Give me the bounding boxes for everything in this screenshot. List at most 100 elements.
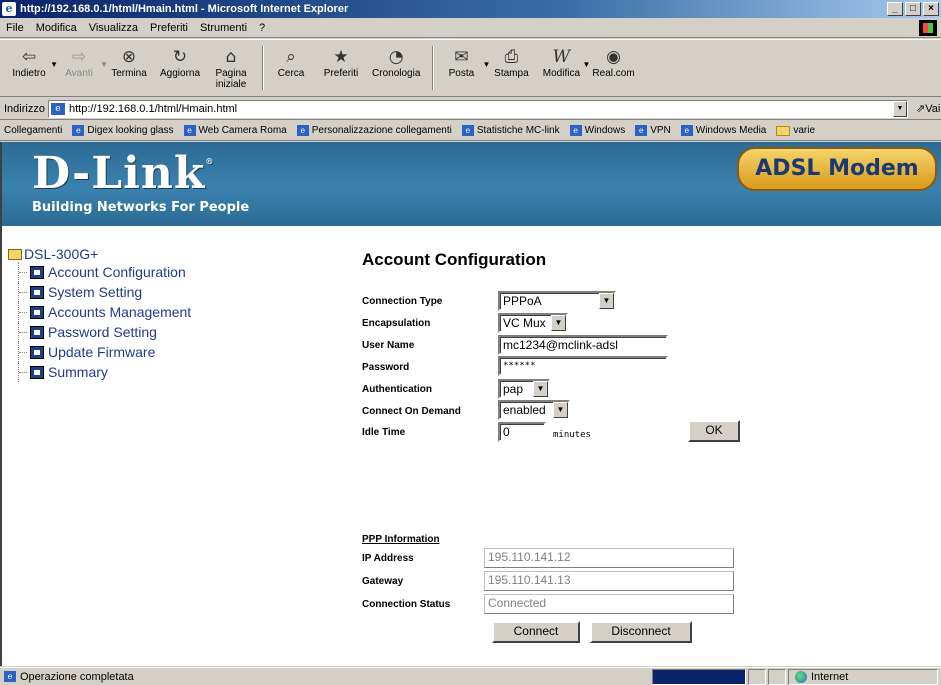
back-button[interactable]: ⇦ Indietro ▼: [10, 46, 58, 79]
close-button[interactable]: ×: [923, 2, 939, 16]
connect-on-demand-select[interactable]: enabled ▼: [498, 400, 570, 420]
chevron-down-icon[interactable]: ▼: [599, 293, 614, 309]
nav-item-accounts-management[interactable]: Accounts Management: [18, 302, 191, 322]
connection-type-select[interactable]: PPPoA ▼: [498, 291, 616, 311]
idle-time-input[interactable]: 0: [498, 422, 546, 442]
address-label: Indirizzo: [4, 102, 45, 115]
menu-strumenti[interactable]: Strumenti: [200, 22, 247, 34]
page-icon: [30, 325, 44, 339]
menu-preferiti[interactable]: Preferiti: [150, 22, 188, 34]
adsl-modem-badge: ADSL Modem: [737, 147, 937, 191]
nav-item-update-firmware[interactable]: Update Firmware: [18, 342, 191, 362]
link-folder[interactable]: varie: [776, 125, 815, 136]
link-item[interactable]: e Digex looking glass: [72, 125, 174, 136]
link-item[interactable]: e VPN: [635, 125, 671, 136]
user-name-label: User Name: [362, 340, 415, 351]
page-icon: e: [296, 125, 309, 136]
window-title-bar: e http://192.168.0.1/html/Hmain.html - M…: [0, 0, 941, 18]
page-icon: [30, 345, 44, 359]
menu-help[interactable]: ?: [259, 22, 265, 34]
maximize-button[interactable]: □: [905, 2, 921, 16]
real-com-icon: ◉: [606, 47, 621, 67]
home-button[interactable]: ⌂ Pagina iniziale: [212, 46, 250, 90]
chevron-down-icon[interactable]: ▼: [551, 315, 566, 331]
password-input[interactable]: ******: [498, 356, 668, 376]
address-url[interactable]: http://192.168.0.1/html/Hmain.html: [69, 103, 237, 115]
favorites-button[interactable]: ★ Preferiti: [322, 46, 360, 79]
idle-time-label: Idle Time: [362, 427, 406, 438]
connection-status-label: Connection Status: [362, 599, 451, 610]
stop-button[interactable]: ⊗ Termina: [110, 46, 148, 79]
window-controls: _ □ ×: [887, 2, 939, 16]
status-bar: e Operazione completata Internet: [0, 667, 941, 685]
nav-item-account-configuration[interactable]: Account Configuration: [18, 262, 191, 282]
page-icon: e: [4, 671, 16, 682]
nav-root[interactable]: DSL-300G+: [8, 246, 191, 262]
encapsulation-select[interactable]: VC Mux ▼: [498, 313, 568, 333]
mail-icon: ✉: [454, 47, 469, 67]
menu-visualizza[interactable]: Visualizza: [89, 22, 138, 34]
dlink-tagline: Building Networks For People: [32, 200, 250, 215]
page-icon: e: [680, 125, 693, 136]
page-icon: [30, 285, 44, 299]
gateway-label: Gateway: [362, 576, 404, 587]
nav-item-system-setting[interactable]: System Setting: [18, 282, 191, 302]
history-button[interactable]: ◔ Cronologia: [372, 46, 420, 79]
dropdown-arrow-icon[interactable]: ▼: [582, 60, 590, 69]
page-icon: e: [183, 125, 196, 136]
address-bar: Indirizzo e http://192.168.0.1/html/Hmai…: [0, 98, 941, 120]
encapsulation-label: Encapsulation: [362, 318, 431, 329]
nav-item-password-setting[interactable]: Password Setting: [18, 322, 191, 342]
authentication-select[interactable]: pap ▼: [498, 379, 550, 399]
menu-bar: File Modifica Visualizza Preferiti Strum…: [0, 18, 941, 38]
page-icon: [30, 265, 44, 279]
home-icon: ⌂: [225, 47, 237, 67]
menu-file[interactable]: File: [6, 22, 24, 34]
page-content: D-Link® Building Networks For People ADS…: [0, 142, 941, 666]
forward-button[interactable]: ⇨ Avanti ▼: [60, 46, 108, 79]
chevron-down-icon[interactable]: ▼: [533, 381, 548, 397]
print-button[interactable]: ⎙ Stampa: [492, 46, 530, 79]
internet-explorer-icon: e: [2, 2, 16, 16]
nav-item-summary[interactable]: Summary: [18, 362, 191, 382]
status-panel: [748, 668, 766, 685]
dropdown-arrow-icon[interactable]: ▼: [50, 60, 58, 69]
links-label: Collegamenti: [4, 125, 63, 136]
search-button[interactable]: ⌕ Cerca: [272, 46, 310, 79]
stop-icon: ⊗: [121, 47, 137, 67]
connection-status-field: Connected: [484, 594, 734, 614]
dlink-banner: D-Link® Building Networks For People ADS…: [2, 142, 941, 226]
dropdown-arrow-icon[interactable]: ▼: [482, 60, 490, 69]
real-com-button[interactable]: ◉ Real.com: [592, 46, 634, 79]
password-label: Password: [362, 362, 410, 373]
chevron-down-icon[interactable]: ▼: [553, 402, 568, 418]
address-dropdown-button[interactable]: ▼: [892, 100, 907, 117]
globe-icon: [795, 670, 807, 683]
edit-button[interactable]: W Modifica ▼: [542, 46, 591, 79]
ip-address-field: 195.110.141.12: [484, 548, 734, 568]
minimize-button[interactable]: _: [887, 2, 903, 16]
history-icon: ◔: [388, 47, 404, 67]
link-item[interactable]: e Web Camera Roma: [183, 125, 287, 136]
mail-button[interactable]: ✉ Posta ▼: [442, 46, 491, 79]
user-name-input[interactable]: mc1234@mclink-adsl: [498, 335, 668, 355]
print-icon: ⎙: [504, 47, 519, 67]
page-icon: e: [635, 125, 648, 136]
disconnect-button[interactable]: Disconnect: [590, 621, 692, 643]
address-input[interactable]: e http://192.168.0.1/html/Hmain.html ▼: [47, 99, 908, 118]
page-icon: [30, 305, 44, 319]
security-zone: Internet: [788, 668, 938, 685]
progress-indicator: [652, 668, 746, 685]
link-item[interactable]: e Personalizzazione collegamenti: [296, 125, 452, 136]
menu-modifica[interactable]: Modifica: [36, 22, 77, 34]
connect-button[interactable]: Connect: [492, 621, 580, 643]
status-message: e Operazione completata: [0, 671, 652, 683]
refresh-button[interactable]: ↻ Aggiorna: [160, 46, 200, 79]
link-item[interactable]: e Windows: [569, 125, 625, 136]
link-item[interactable]: e Windows Media: [680, 125, 766, 136]
go-button[interactable]: ⇗Vai: [916, 102, 940, 115]
dropdown-arrow-icon[interactable]: ▼: [100, 60, 108, 69]
status-panel: [768, 668, 786, 685]
link-item[interactable]: e Statistiche MC-link: [461, 125, 560, 136]
ok-button[interactable]: OK: [688, 420, 740, 442]
